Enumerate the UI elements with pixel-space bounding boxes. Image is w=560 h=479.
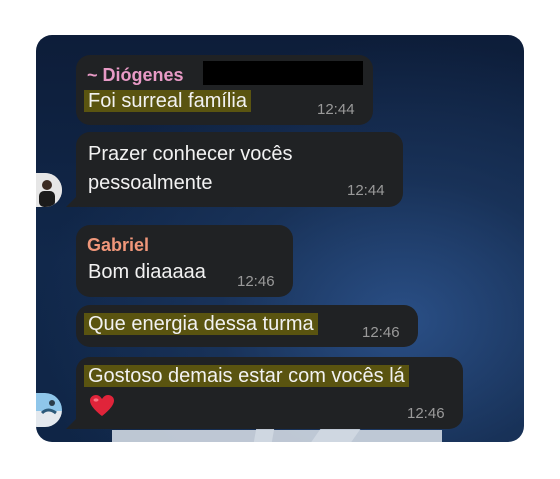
sender-name[interactable]: Gabriel [87,235,149,256]
heart-emoji-icon [90,395,114,416]
avatar-beach-icon [36,393,62,427]
bubble-tail [66,195,78,207]
redacted-phone [203,61,363,85]
message-text: Foi surreal família [84,87,251,116]
background-shape [112,430,442,442]
message-text: Bom diaaaaa [88,261,206,283]
message-time: 12:46 [362,324,400,341]
message-text: Prazer conhecer vocês [88,143,293,165]
message-bubble[interactable]: Gabriel Bom diaaaaa 12:46 [76,225,293,297]
sender-name[interactable]: ~ Diógenes [87,65,184,86]
avatar[interactable] [36,173,62,207]
message-time: 12:46 [407,405,445,422]
message-time: 12:46 [237,273,275,290]
message-text: Que energia dessa turma [84,310,318,339]
message-text: pessoalmente [88,172,213,194]
avatar-male-icon [36,173,62,207]
message-bubble[interactable]: ~ Diógenes Foi surreal família 12:44 [76,55,373,125]
bubble-tail [66,417,78,429]
message-bubble[interactable]: Prazer conhecer vocês pessoalmente 12:44 [76,132,403,207]
message-bubble[interactable]: Que energia dessa turma 12:46 [76,305,418,347]
chat-background: ~ Diógenes Foi surreal família 12:44 Pra… [36,35,524,442]
message-text: Gostoso demais estar com vocês lá [84,362,409,391]
avatar[interactable] [36,393,62,427]
message-bubble[interactable]: Gostoso demais estar com vocês lá 12:46 [76,357,463,429]
message-time: 12:44 [317,101,355,118]
message-time: 12:44 [347,182,385,199]
